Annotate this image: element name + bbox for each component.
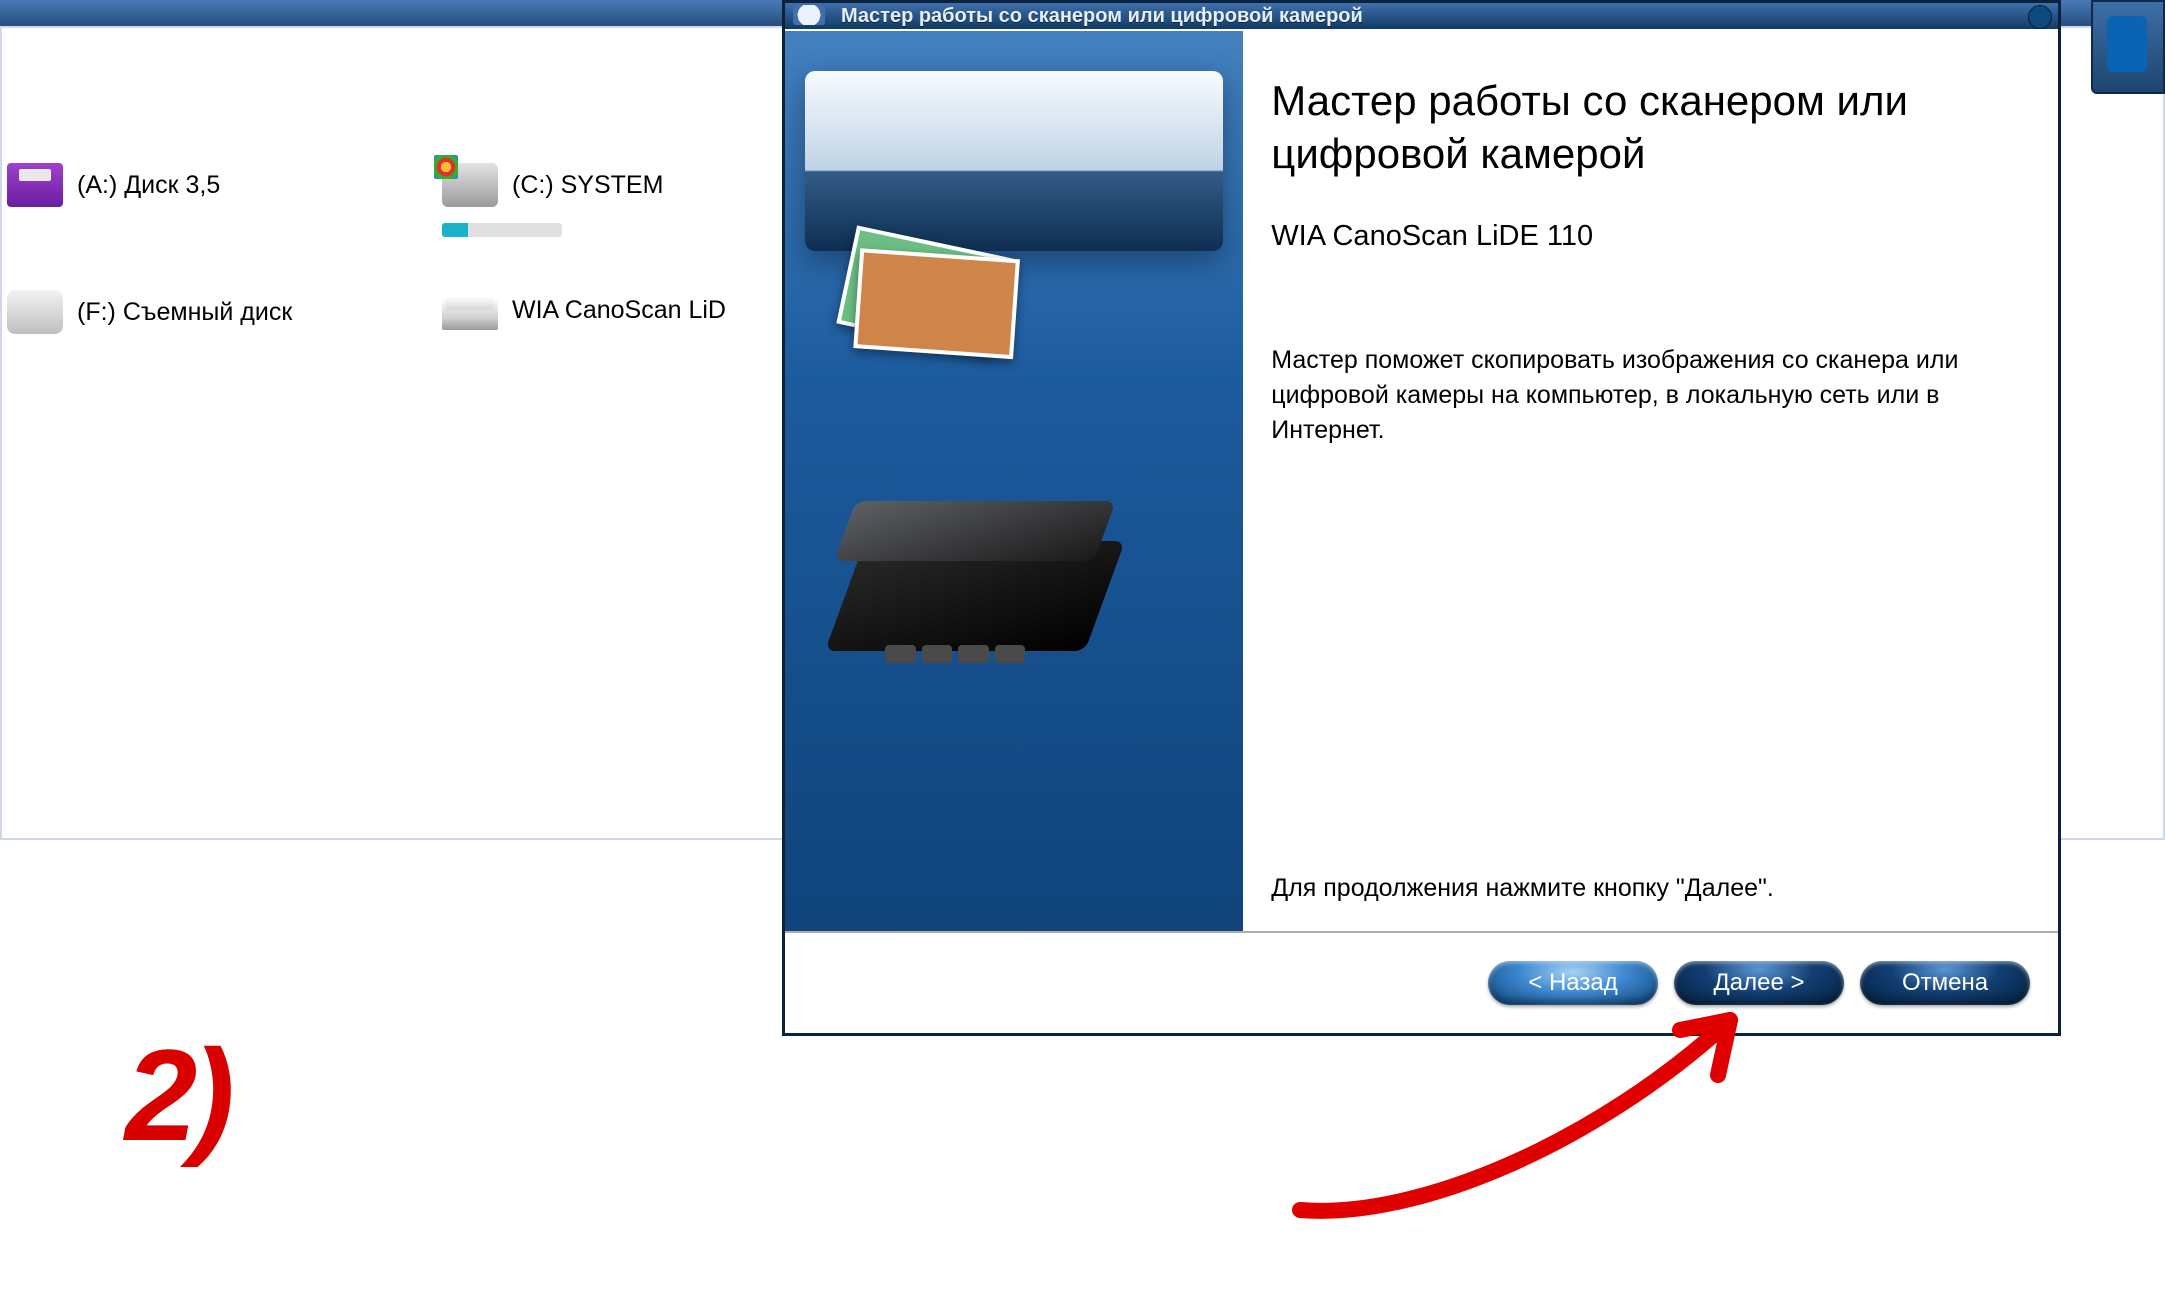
wizard-description: Мастер поможет скопировать изображения с…	[1271, 343, 2024, 448]
scanner-wizard-icon	[793, 5, 825, 25]
cancel-button[interactable]: Отмена	[1860, 961, 2030, 1005]
drive-c-system[interactable]: (C:) SYSTEM	[442, 163, 663, 207]
drive-label: (C:) SYSTEM	[512, 171, 663, 200]
wizard-left-illustration	[785, 31, 1243, 1033]
dialog-titlebar[interactable]: Мастер работы со сканером или цифровой к…	[785, 3, 2058, 29]
wizard-content-panel: Мастер работы со сканером или цифровой к…	[1243, 31, 2058, 1033]
drive-label: (F:) Съемный диск	[77, 298, 292, 327]
floppy-disk-icon	[7, 163, 63, 207]
removable-disk-icon	[7, 290, 63, 334]
canoscan-illustration	[845, 491, 1105, 671]
device-scanner-wia[interactable]: WIA CanoScan LiD	[442, 290, 726, 330]
flatbed-scanner-illustration	[805, 71, 1223, 251]
scanner-icon	[442, 300, 498, 330]
hard-disk-icon	[442, 163, 498, 207]
back-button[interactable]: < Назад	[1488, 961, 1658, 1005]
annotation-step-number: 2)	[125, 1020, 229, 1170]
dialog-body: Мастер работы со сканером или цифровой к…	[785, 31, 2058, 1033]
dialog-button-bar: < Назад Далее > Отмена	[785, 931, 2058, 1033]
drive-label: (A:) Диск 3,5	[77, 171, 220, 200]
close-icon[interactable]	[2028, 5, 2052, 29]
device-label: WIA CanoScan LiD	[512, 296, 726, 325]
wizard-heading: Мастер работы со сканером или цифровой к…	[1271, 75, 2024, 180]
drive-c-capacity-bar	[442, 223, 562, 237]
drive-floppy-a[interactable]: (A:) Диск 3,5	[7, 163, 220, 207]
wizard-device-name: WIA CanoScan LiDE 110	[1271, 220, 2024, 253]
wizard-continue-hint: Для продолжения нажмите кнопку "Далее".	[1271, 874, 2024, 903]
scanner-wizard-dialog: Мастер работы со сканером или цифровой к…	[782, 0, 2061, 1036]
next-button[interactable]: Далее >	[1674, 961, 1844, 1005]
dialog-title-text: Мастер работы со сканером или цифровой к…	[841, 3, 1363, 29]
adjacent-window-fragment	[2091, 0, 2165, 94]
drive-f-removable[interactable]: (F:) Съемный диск	[7, 290, 292, 334]
